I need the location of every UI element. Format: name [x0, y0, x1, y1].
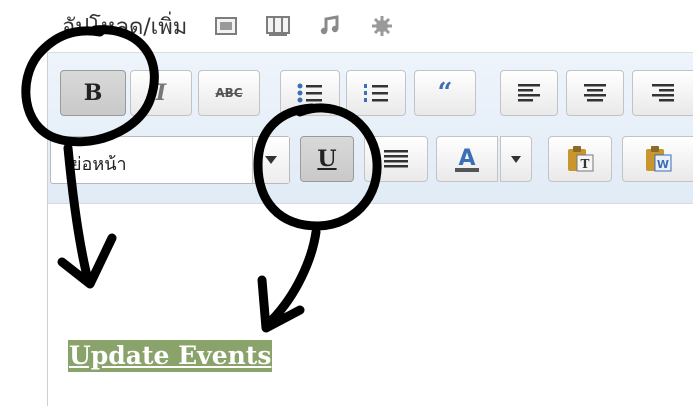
bold-icon: B [83, 80, 103, 106]
bulleted-list-icon [297, 83, 322, 103]
bulleted-list-button[interactable] [280, 70, 340, 116]
paste-as-text-button[interactable]: T [548, 136, 612, 182]
page-margin [0, 0, 47, 405]
format-select-value: ย่อหน้า [71, 154, 127, 175]
underline-button[interactable]: U [300, 136, 354, 182]
bold-button[interactable]: B [60, 70, 126, 116]
paste-word-icon: W [646, 146, 672, 172]
text-color-icon: A [455, 146, 479, 172]
underline-icon: U [317, 146, 337, 172]
numbered-list-button[interactable] [346, 70, 406, 116]
italic-icon: I [155, 80, 167, 106]
align-right-button[interactable] [632, 70, 693, 116]
svg-text:A: A [458, 146, 475, 171]
chevron-down-icon[interactable] [252, 137, 289, 183]
media-icon[interactable] [369, 15, 395, 37]
strikethrough-button[interactable]: ABC [198, 70, 260, 116]
align-center-button[interactable] [566, 70, 624, 116]
strikethrough-icon: ABC [215, 86, 243, 100]
justify-button[interactable] [364, 136, 428, 182]
audio-icon[interactable] [317, 15, 343, 37]
editor-content-text[interactable]: Update Events [68, 340, 273, 372]
blockquote-icon: “ [437, 78, 453, 108]
numbered-list-icon [364, 84, 388, 102]
svg-text:W: W [657, 158, 669, 171]
justify-icon [384, 150, 408, 168]
text-color-button[interactable]: A [436, 136, 498, 182]
chevron-down-icon [511, 155, 521, 163]
upload-media-bar: อัปโหลด/เพิ่ม [62, 6, 395, 46]
image-icon[interactable] [213, 15, 239, 37]
align-left-button[interactable] [500, 70, 558, 116]
upload-add-label[interactable]: อัปโหลด/เพิ่ม [62, 9, 187, 44]
text-color-dropdown[interactable] [500, 136, 532, 182]
align-right-icon [652, 84, 674, 102]
paste-text-icon: T [568, 146, 594, 172]
italic-button[interactable]: I [130, 70, 192, 116]
svg-text:T: T [581, 157, 590, 171]
align-center-icon [584, 84, 606, 102]
paragraph-format-select[interactable]: ย่อหน้า [50, 136, 290, 184]
paste-from-word-button[interactable]: W [622, 136, 693, 182]
video-icon[interactable] [265, 15, 291, 37]
align-left-icon [518, 84, 540, 102]
blockquote-button[interactable]: “ [414, 70, 476, 116]
